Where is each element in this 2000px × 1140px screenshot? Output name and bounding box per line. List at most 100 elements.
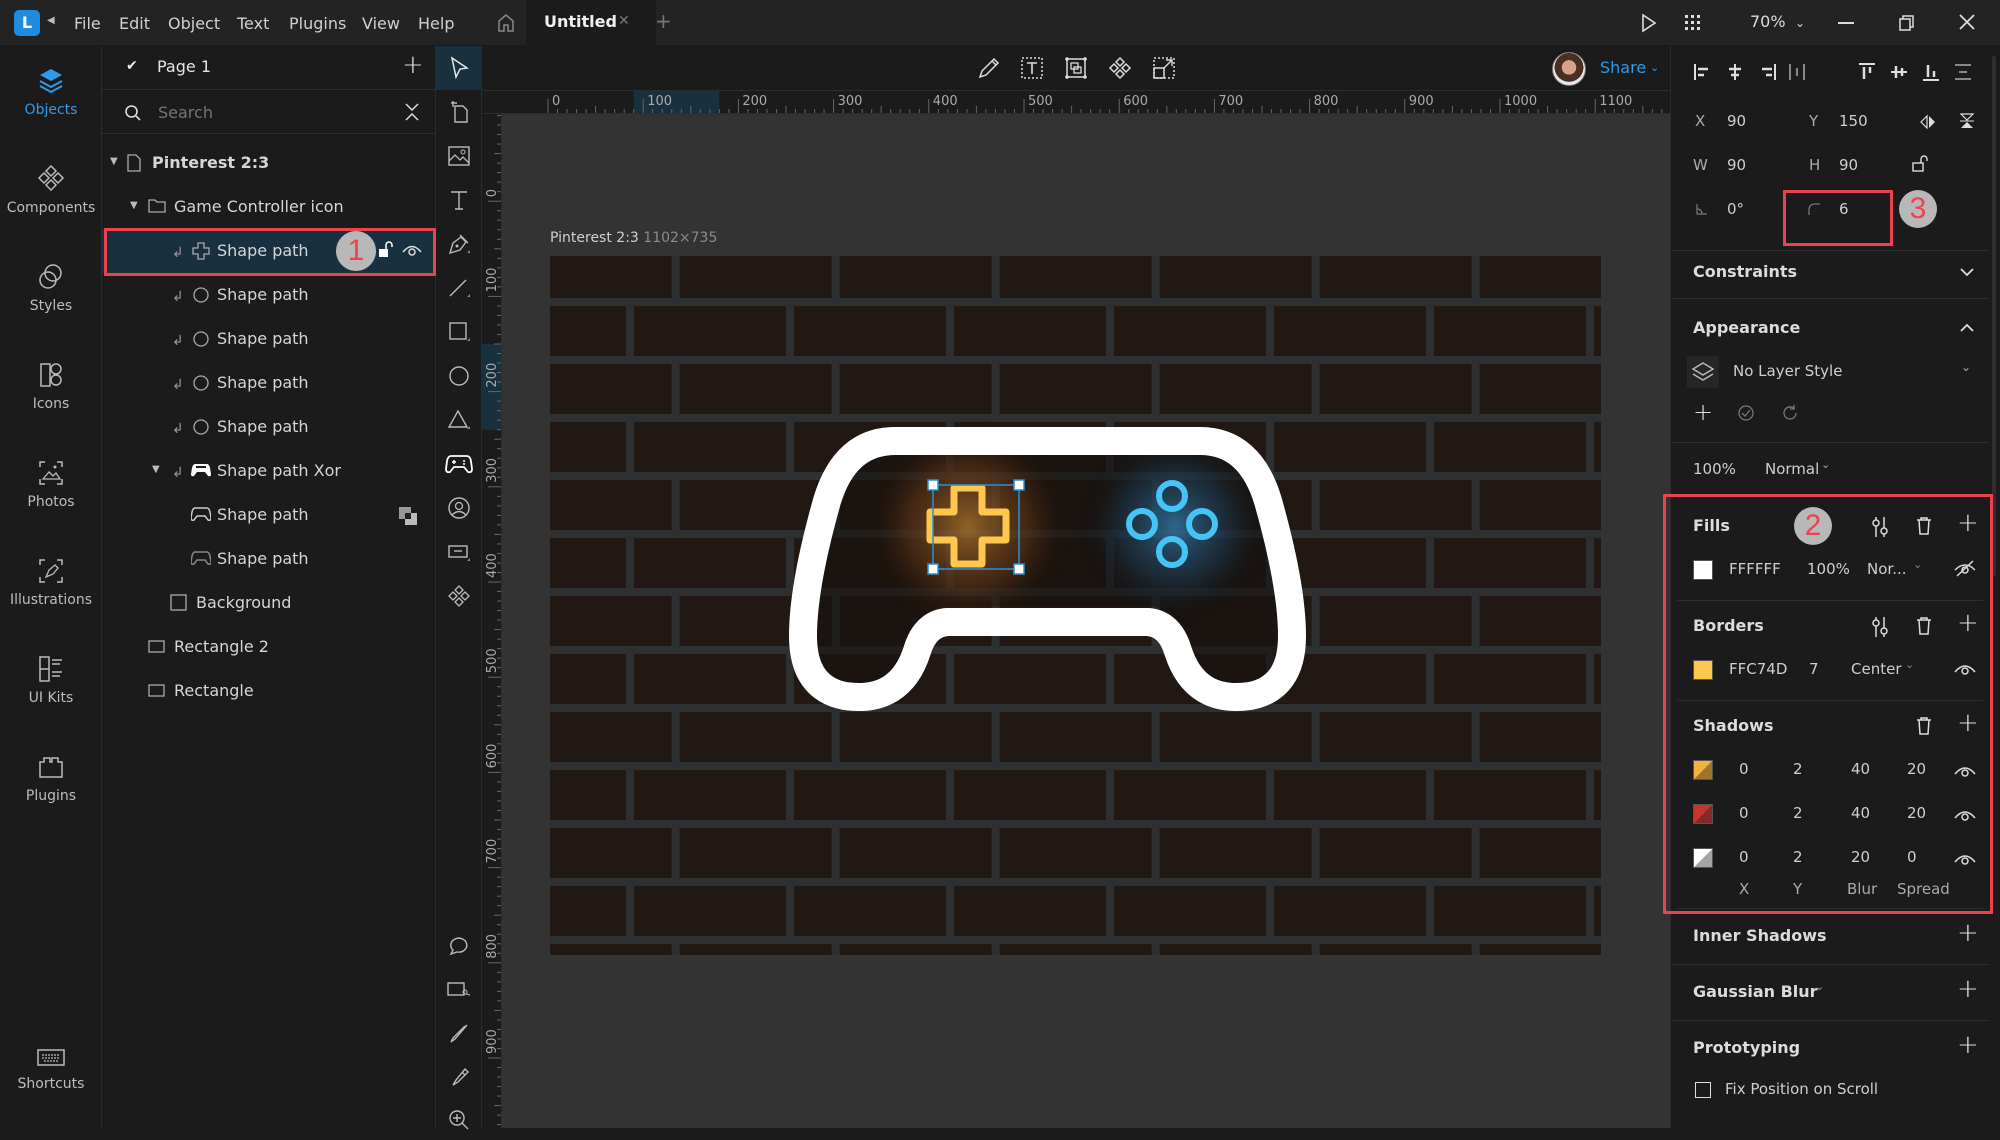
align-left-icon[interactable] xyxy=(1693,62,1713,82)
chevron-down-icon[interactable] xyxy=(1959,266,1975,278)
knife-tool[interactable] xyxy=(436,1014,482,1054)
avatar-tool[interactable] xyxy=(436,488,482,528)
rail-item-shortcuts[interactable]: Shortcuts xyxy=(0,1046,102,1092)
layer-shape-path[interactable]: ↲ Shape path xyxy=(102,317,436,361)
add-prototype-icon[interactable]: + xyxy=(1957,1030,1979,1060)
shadow-color-swatch[interactable] xyxy=(1693,848,1713,868)
rail-item-ui-kits[interactable]: UI Kits xyxy=(0,654,102,706)
home-icon[interactable] xyxy=(496,13,516,33)
layer-shape-path[interactable]: ↲ Shape path xyxy=(102,273,436,317)
app-menu-caret-icon[interactable]: ◀ xyxy=(47,15,55,26)
layer-group[interactable]: ▼ Game Controller icon xyxy=(102,185,436,229)
border-options-icon[interactable] xyxy=(1871,616,1889,638)
fills-header[interactable]: Fills xyxy=(1693,516,1730,535)
layer-search[interactable] xyxy=(102,90,436,134)
eye-icon[interactable] xyxy=(1953,660,1977,676)
delete-border-icon[interactable] xyxy=(1915,616,1933,636)
inspector-scrollbar[interactable] xyxy=(1992,56,1996,576)
rail-item-photos[interactable]: Photos xyxy=(0,458,102,510)
rail-item-components[interactable]: Components xyxy=(0,164,102,216)
unlock-icon[interactable] xyxy=(378,241,394,259)
share-button[interactable]: Share xyxy=(1600,58,1646,77)
eye-hidden-icon[interactable] xyxy=(1953,558,1977,578)
close-tab-icon[interactable]: ✕ xyxy=(618,13,630,29)
fix-position-checkbox[interactable] xyxy=(1695,1082,1711,1098)
menu-file[interactable]: File xyxy=(74,14,101,33)
layer-rectangle[interactable]: Rectangle xyxy=(102,669,436,713)
play-icon[interactable] xyxy=(1640,13,1658,33)
menu-plugins[interactable]: Plugins xyxy=(289,14,346,33)
artboard-title[interactable]: Pinterest 2:3 1102×735 xyxy=(550,230,717,246)
shadow-y[interactable]: 2 xyxy=(1793,760,1803,778)
layer-shape-path-selected[interactable]: ↲ Shape path 1 xyxy=(102,229,436,273)
y-field[interactable]: 150 xyxy=(1839,112,1868,130)
shadow-row[interactable]: 0 2 20 0 xyxy=(1671,848,1989,878)
w-field[interactable]: 90 xyxy=(1727,156,1746,174)
canvas[interactable]: Pinterest 2:3 1102×735 xyxy=(502,114,1670,1128)
constraints-header[interactable]: Constraints xyxy=(1693,262,1797,281)
h-field[interactable]: 90 xyxy=(1839,156,1858,174)
zoom-chevron-down-icon[interactable]: ⌄ xyxy=(1795,16,1805,30)
rail-item-illustrations[interactable]: Illustrations xyxy=(0,556,102,608)
align-right-icon[interactable] xyxy=(1757,62,1777,82)
rail-item-plugins[interactable]: Plugins xyxy=(0,752,102,804)
fill-options-icon[interactable] xyxy=(1871,516,1889,538)
artboard-tool[interactable] xyxy=(436,92,482,132)
share-chevron-icon[interactable]: ⌄ xyxy=(1650,61,1659,74)
rotation-field[interactable]: 0° xyxy=(1727,200,1744,218)
tab-untitled[interactable]: Untitled ✕ xyxy=(526,0,656,46)
eye-icon[interactable] xyxy=(1953,806,1977,822)
blend-mode-select[interactable]: Normal xyxy=(1765,460,1819,478)
eye-icon[interactable] xyxy=(402,243,422,257)
shadow-y[interactable]: 2 xyxy=(1793,848,1803,866)
hotspot-tool[interactable] xyxy=(436,970,482,1010)
component-icon[interactable] xyxy=(1108,56,1132,80)
expand-triangle-icon[interactable]: ▼ xyxy=(130,200,138,211)
text-tool[interactable] xyxy=(436,180,482,220)
layer-style-select[interactable]: No Layer Style xyxy=(1733,362,1842,380)
layer-artboard[interactable]: ▼ Pinterest 2:3 xyxy=(102,141,436,185)
image-tool[interactable] xyxy=(436,136,482,176)
close-window-icon[interactable] xyxy=(1958,13,1976,31)
polygon-tool[interactable] xyxy=(436,400,482,440)
ellipse-tool[interactable] xyxy=(436,356,482,396)
prototyping-header[interactable]: Prototyping xyxy=(1693,1038,1800,1057)
layer-background[interactable]: Background xyxy=(102,581,436,625)
menu-view[interactable]: View xyxy=(362,14,400,33)
flip-horizontal-icon[interactable] xyxy=(1919,114,1937,130)
fill-hex[interactable]: FFFFFF xyxy=(1729,560,1781,578)
rectangle-tool[interactable] xyxy=(436,312,482,352)
layer-style-chevron-icon[interactable]: ⌄ xyxy=(1961,360,1971,374)
expand-triangle-icon[interactable]: ▼ xyxy=(110,156,118,167)
chevron-up-icon[interactable] xyxy=(1959,322,1975,334)
shadow-spread[interactable]: 20 xyxy=(1907,760,1926,778)
shadow-x[interactable]: 0 xyxy=(1739,804,1749,822)
boolean-op-icon[interactable] xyxy=(398,506,418,526)
search-input[interactable] xyxy=(158,100,358,124)
flip-vertical-icon[interactable] xyxy=(1959,112,1975,130)
shadow-blur[interactable]: 40 xyxy=(1851,760,1870,778)
shadow-spread[interactable]: 0 xyxy=(1907,848,1917,866)
add-border-icon[interactable]: + xyxy=(1957,608,1979,638)
border-position-select[interactable]: Center xyxy=(1851,660,1902,678)
group-icon[interactable] xyxy=(1064,56,1088,80)
add-fill-icon[interactable]: + xyxy=(1957,508,1979,538)
zoom-level[interactable]: 70% xyxy=(1750,12,1786,31)
shadow-row[interactable]: 0 2 40 20 xyxy=(1671,804,1989,834)
collapse-all-icon[interactable] xyxy=(404,102,420,122)
minimize-icon[interactable] xyxy=(1838,22,1854,24)
horizontal-ruler[interactable]: 0 100 200 300 400 500 600 700 800 900 1000 1100 xyxy=(482,91,1670,114)
layer-shape-path[interactable]: ↲ Shape path xyxy=(102,405,436,449)
add-blur-icon[interactable]: + xyxy=(1957,974,1979,1004)
icon-tool[interactable] xyxy=(436,444,482,484)
artboard-pinterest[interactable] xyxy=(550,256,1601,955)
layer-shape-path[interactable]: Shape path xyxy=(102,537,436,581)
shadow-x[interactable]: 0 xyxy=(1739,760,1749,778)
shadows-header[interactable]: Shadows xyxy=(1693,716,1773,735)
grid-icon[interactable] xyxy=(1684,14,1702,32)
rail-item-icons[interactable]: Icons xyxy=(0,360,102,412)
eyedropper-tool[interactable] xyxy=(436,1058,482,1098)
add-shadow-icon[interactable]: + xyxy=(1957,708,1979,738)
shadow-blur[interactable]: 20 xyxy=(1851,848,1870,866)
expand-triangle-icon[interactable]: ▼ xyxy=(152,464,160,475)
